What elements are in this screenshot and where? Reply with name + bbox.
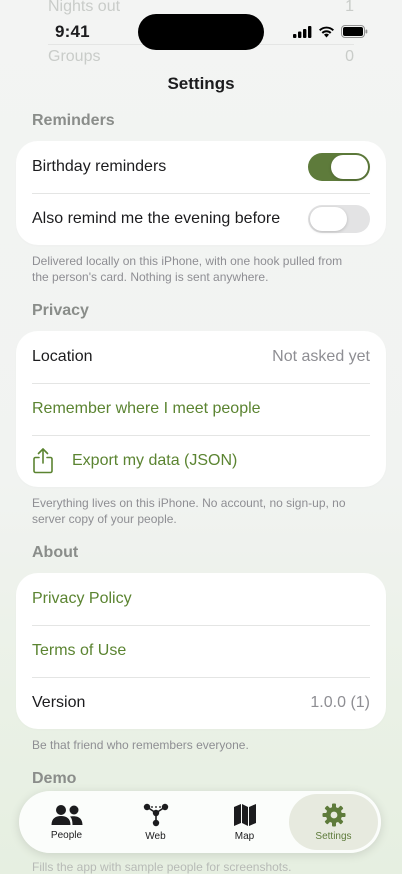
privacy-policy-row[interactable]: Privacy Policy xyxy=(16,573,386,625)
tab-web-label: Web xyxy=(145,830,166,842)
reminders-footer: Delivered locally on this iPhone, with o… xyxy=(32,254,343,284)
birthday-reminders-label: Birthday reminders xyxy=(32,158,167,175)
gear-icon xyxy=(322,803,345,826)
evening-before-label: Also remind me the evening before xyxy=(32,210,281,227)
web-icon xyxy=(143,803,168,826)
tab-settings-label: Settings xyxy=(315,830,352,842)
tab-web[interactable]: Web xyxy=(111,794,200,850)
version-label: Version xyxy=(32,694,86,711)
tab-settings[interactable]: Settings xyxy=(289,794,378,850)
demo-footer: Fills the app with sample people for scr… xyxy=(32,860,292,874)
dynamic-island xyxy=(138,14,264,50)
evening-before-toggle[interactable] xyxy=(308,205,370,233)
status-bar: 9:41 xyxy=(0,0,402,60)
terms-of-use-link[interactable]: Terms of Use xyxy=(32,642,126,660)
battery-icon xyxy=(341,25,368,38)
toggle-knob xyxy=(310,207,347,231)
cellular-signal-icon xyxy=(293,25,312,38)
section-header-about: About xyxy=(32,544,79,561)
version-value: 1.0.0 (1) xyxy=(310,694,370,711)
tab-people[interactable]: People xyxy=(22,794,111,850)
people-icon xyxy=(51,804,82,825)
status-time: 9:41 xyxy=(55,22,90,41)
birthday-reminders-row: Birthday reminders xyxy=(16,141,386,193)
tab-people-label: People xyxy=(50,829,83,841)
tab-map[interactable]: Map xyxy=(200,794,289,850)
tab-bar: People Web Map Settings xyxy=(19,791,381,853)
location-label: Location xyxy=(32,348,93,365)
tab-map-label: Map xyxy=(234,830,255,842)
location-status-value: Not asked yet xyxy=(272,348,370,365)
terms-of-use-row[interactable]: Terms of Use xyxy=(16,625,386,677)
section-header-demo: Demo xyxy=(32,770,77,787)
status-icons xyxy=(293,25,368,38)
remember-where-i-meet-people-button[interactable]: Remember where I meet people xyxy=(32,400,261,418)
about-card: Privacy Policy Terms of Use Version 1.0.… xyxy=(16,573,386,729)
export-data-row[interactable]: Export my data (JSON) xyxy=(16,435,386,487)
wifi-icon xyxy=(319,26,334,37)
remember-location-row[interactable]: Remember where I meet people xyxy=(16,383,386,435)
page-title: Settings xyxy=(167,74,235,93)
map-icon xyxy=(233,803,256,826)
location-row[interactable]: Location Not asked yet xyxy=(16,331,386,383)
about-footer: Be that friend who remembers everyone. xyxy=(32,738,249,752)
reminders-card: Birthday reminders Also remind me the ev… xyxy=(16,141,386,245)
share-icon xyxy=(33,448,53,474)
toggle-knob xyxy=(331,155,368,179)
export-data-button[interactable]: Export my data (JSON) xyxy=(32,448,237,474)
evening-before-row: Also remind me the evening before xyxy=(16,193,386,245)
version-row: Version 1.0.0 (1) xyxy=(16,677,386,729)
birthday-reminders-toggle[interactable] xyxy=(308,153,370,181)
privacy-card: Location Not asked yet Remember where I … xyxy=(16,331,386,487)
section-header-privacy: Privacy xyxy=(32,302,89,319)
privacy-footer: Everything lives on this iPhone. No acco… xyxy=(32,496,346,526)
section-header-reminders: Reminders xyxy=(32,112,115,129)
settings-screen: Nights out 1 Groups 0 9:41 Settings Remi… xyxy=(0,0,402,874)
export-data-label: Export my data (JSON) xyxy=(72,452,238,469)
privacy-policy-link[interactable]: Privacy Policy xyxy=(32,590,132,608)
